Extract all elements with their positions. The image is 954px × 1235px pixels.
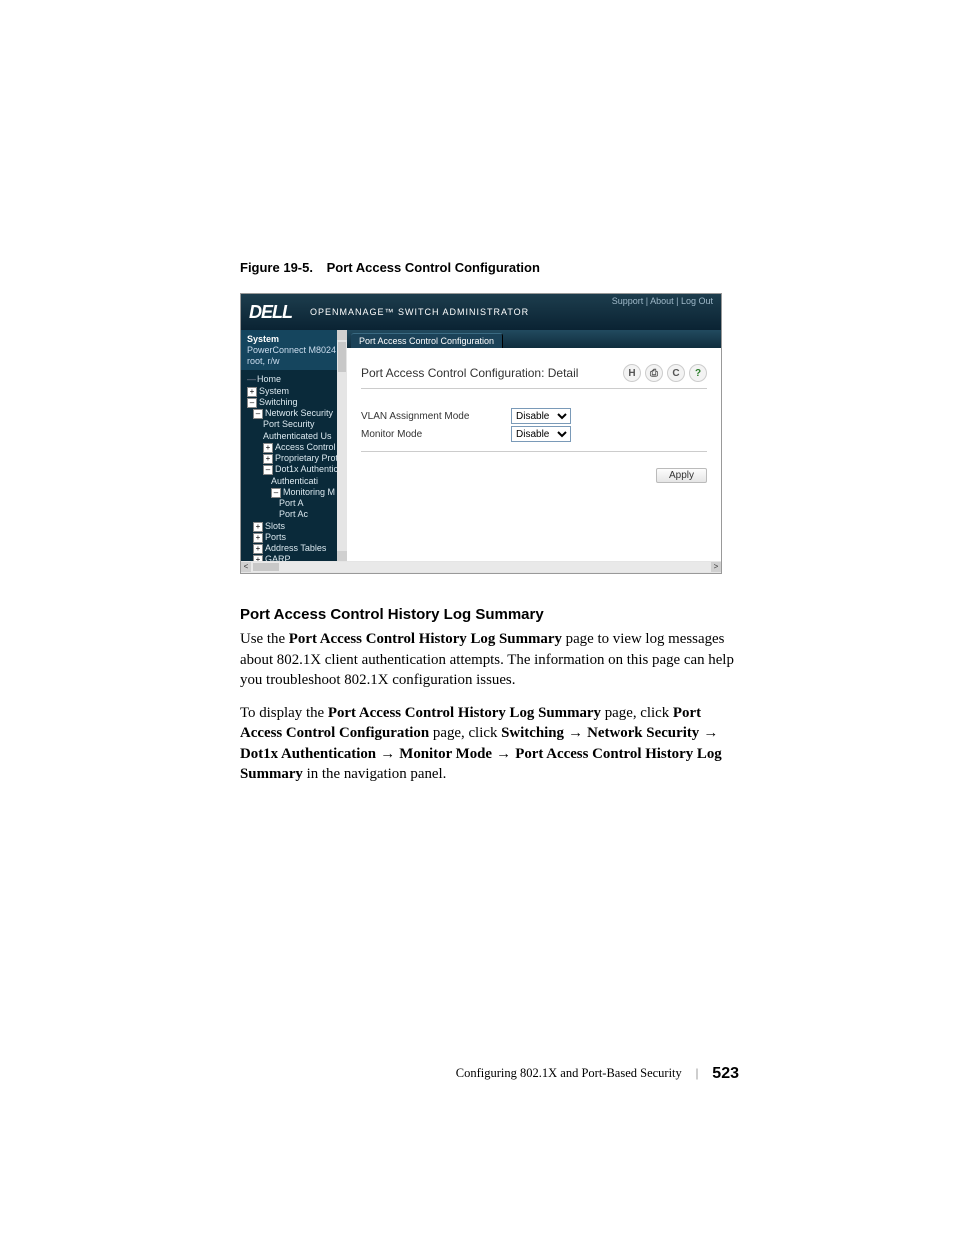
- tree-addrtables[interactable]: Address Tables: [265, 543, 326, 553]
- footer-separator: |: [696, 1066, 699, 1081]
- nav-tree[interactable]: —Home +System –Switching –Network Securi…: [241, 370, 347, 573]
- tree-portsec[interactable]: Port Security: [263, 419, 315, 429]
- paragraph-1: Use the Port Access Control History Log …: [240, 629, 739, 691]
- page-title-row: Port Access Control Configuration: Detai…: [361, 364, 707, 389]
- vlan-label: VLAN Assignment Mode: [361, 411, 511, 422]
- page-footer: Configuring 802.1X and Port-Based Securi…: [240, 1065, 739, 1083]
- plus-icon[interactable]: +: [247, 387, 257, 397]
- refresh-icon[interactable]: C: [667, 364, 685, 382]
- plus-icon[interactable]: +: [253, 533, 263, 543]
- dell-logo: DELL: [249, 302, 292, 323]
- plus-icon[interactable]: +: [263, 454, 273, 464]
- minus-icon[interactable]: –: [247, 398, 257, 408]
- active-tab[interactable]: Port Access Control Configuration: [351, 333, 503, 348]
- section-heading: Port Access Control History Log Summary: [240, 606, 739, 623]
- tree-port-a[interactable]: Port A: [279, 498, 304, 508]
- bottom-scrollbar[interactable]: < >: [241, 561, 721, 573]
- tree-dot1x[interactable]: Dot1x Authentica: [275, 464, 343, 474]
- main-panel: Port Access Control Configuration Port A…: [347, 330, 721, 573]
- screenshot: DELL OPENMANAGE™ SWITCH ADMINISTRATOR Su…: [240, 293, 722, 574]
- footer-pagenum: 523: [712, 1065, 739, 1083]
- tree-acl[interactable]: Access Control L: [275, 442, 343, 452]
- app-header: DELL OPENMANAGE™ SWITCH ADMINISTRATOR Su…: [241, 294, 721, 331]
- page-title: Port Access Control Configuration: Detai…: [361, 366, 578, 380]
- app-title: OPENMANAGE™ SWITCH ADMINISTRATOR: [310, 307, 529, 317]
- figure-number: Figure 19-5.: [240, 260, 313, 275]
- figure-caption: Figure 19-5. Port Access Control Configu…: [240, 260, 739, 275]
- sidebar-user: root, r/w: [247, 356, 341, 367]
- minus-icon[interactable]: –: [253, 409, 263, 419]
- tree-monitoring[interactable]: Monitoring M: [283, 487, 335, 497]
- footer-chapter: Configuring 802.1X and Port-Based Securi…: [456, 1066, 682, 1081]
- top-links[interactable]: Support | About | Log Out: [612, 296, 713, 306]
- scroll-right-icon[interactable]: >: [711, 562, 721, 572]
- minus-icon[interactable]: –: [271, 488, 281, 498]
- sidebar-scrollbar[interactable]: [337, 330, 347, 561]
- monitor-select[interactable]: Disable: [511, 426, 571, 442]
- row-monitor-mode: Monitor Mode Disable: [361, 425, 707, 443]
- save-icon[interactable]: H: [623, 364, 641, 382]
- tree-slots[interactable]: Slots: [265, 521, 285, 531]
- plus-icon[interactable]: +: [253, 544, 263, 554]
- row-vlan-assignment: VLAN Assignment Mode Disable: [361, 407, 707, 425]
- scroll-left-icon[interactable]: <: [241, 562, 251, 572]
- figure-title: Port Access Control Configuration: [327, 260, 540, 275]
- paragraph-2: To display the Port Access Control Histo…: [240, 703, 739, 785]
- monitor-label: Monitor Mode: [361, 429, 511, 440]
- tree-netsec[interactable]: Network Security: [265, 408, 333, 418]
- plus-icon[interactable]: +: [263, 443, 273, 453]
- tree-system[interactable]: System: [259, 386, 289, 396]
- tree-home[interactable]: Home: [257, 374, 281, 384]
- sidebar: System PowerConnect M8024 root, r/w —Hom…: [241, 330, 347, 573]
- tab-bar: Port Access Control Configuration: [347, 330, 721, 348]
- sidebar-system: System: [247, 334, 341, 345]
- apply-button[interactable]: Apply: [656, 468, 707, 483]
- tree-ports[interactable]: Ports: [265, 532, 286, 542]
- tree-prop[interactable]: Proprietary Proto: [275, 453, 343, 463]
- tree-switching[interactable]: Switching: [259, 397, 298, 407]
- tree-port-ac[interactable]: Port Ac: [279, 509, 308, 519]
- vlan-select[interactable]: Disable: [511, 408, 571, 424]
- sidebar-model: PowerConnect M8024: [247, 345, 341, 356]
- print-icon[interactable]: ⎙: [645, 364, 663, 382]
- tree-auth-users[interactable]: Authenticated Us: [263, 431, 332, 441]
- sidebar-header: System PowerConnect M8024 root, r/w: [241, 330, 347, 370]
- minus-icon[interactable]: –: [263, 465, 273, 475]
- help-icon[interactable]: ?: [689, 364, 707, 382]
- plus-icon[interactable]: +: [253, 522, 263, 532]
- tree-authenticati[interactable]: Authenticati: [271, 476, 318, 486]
